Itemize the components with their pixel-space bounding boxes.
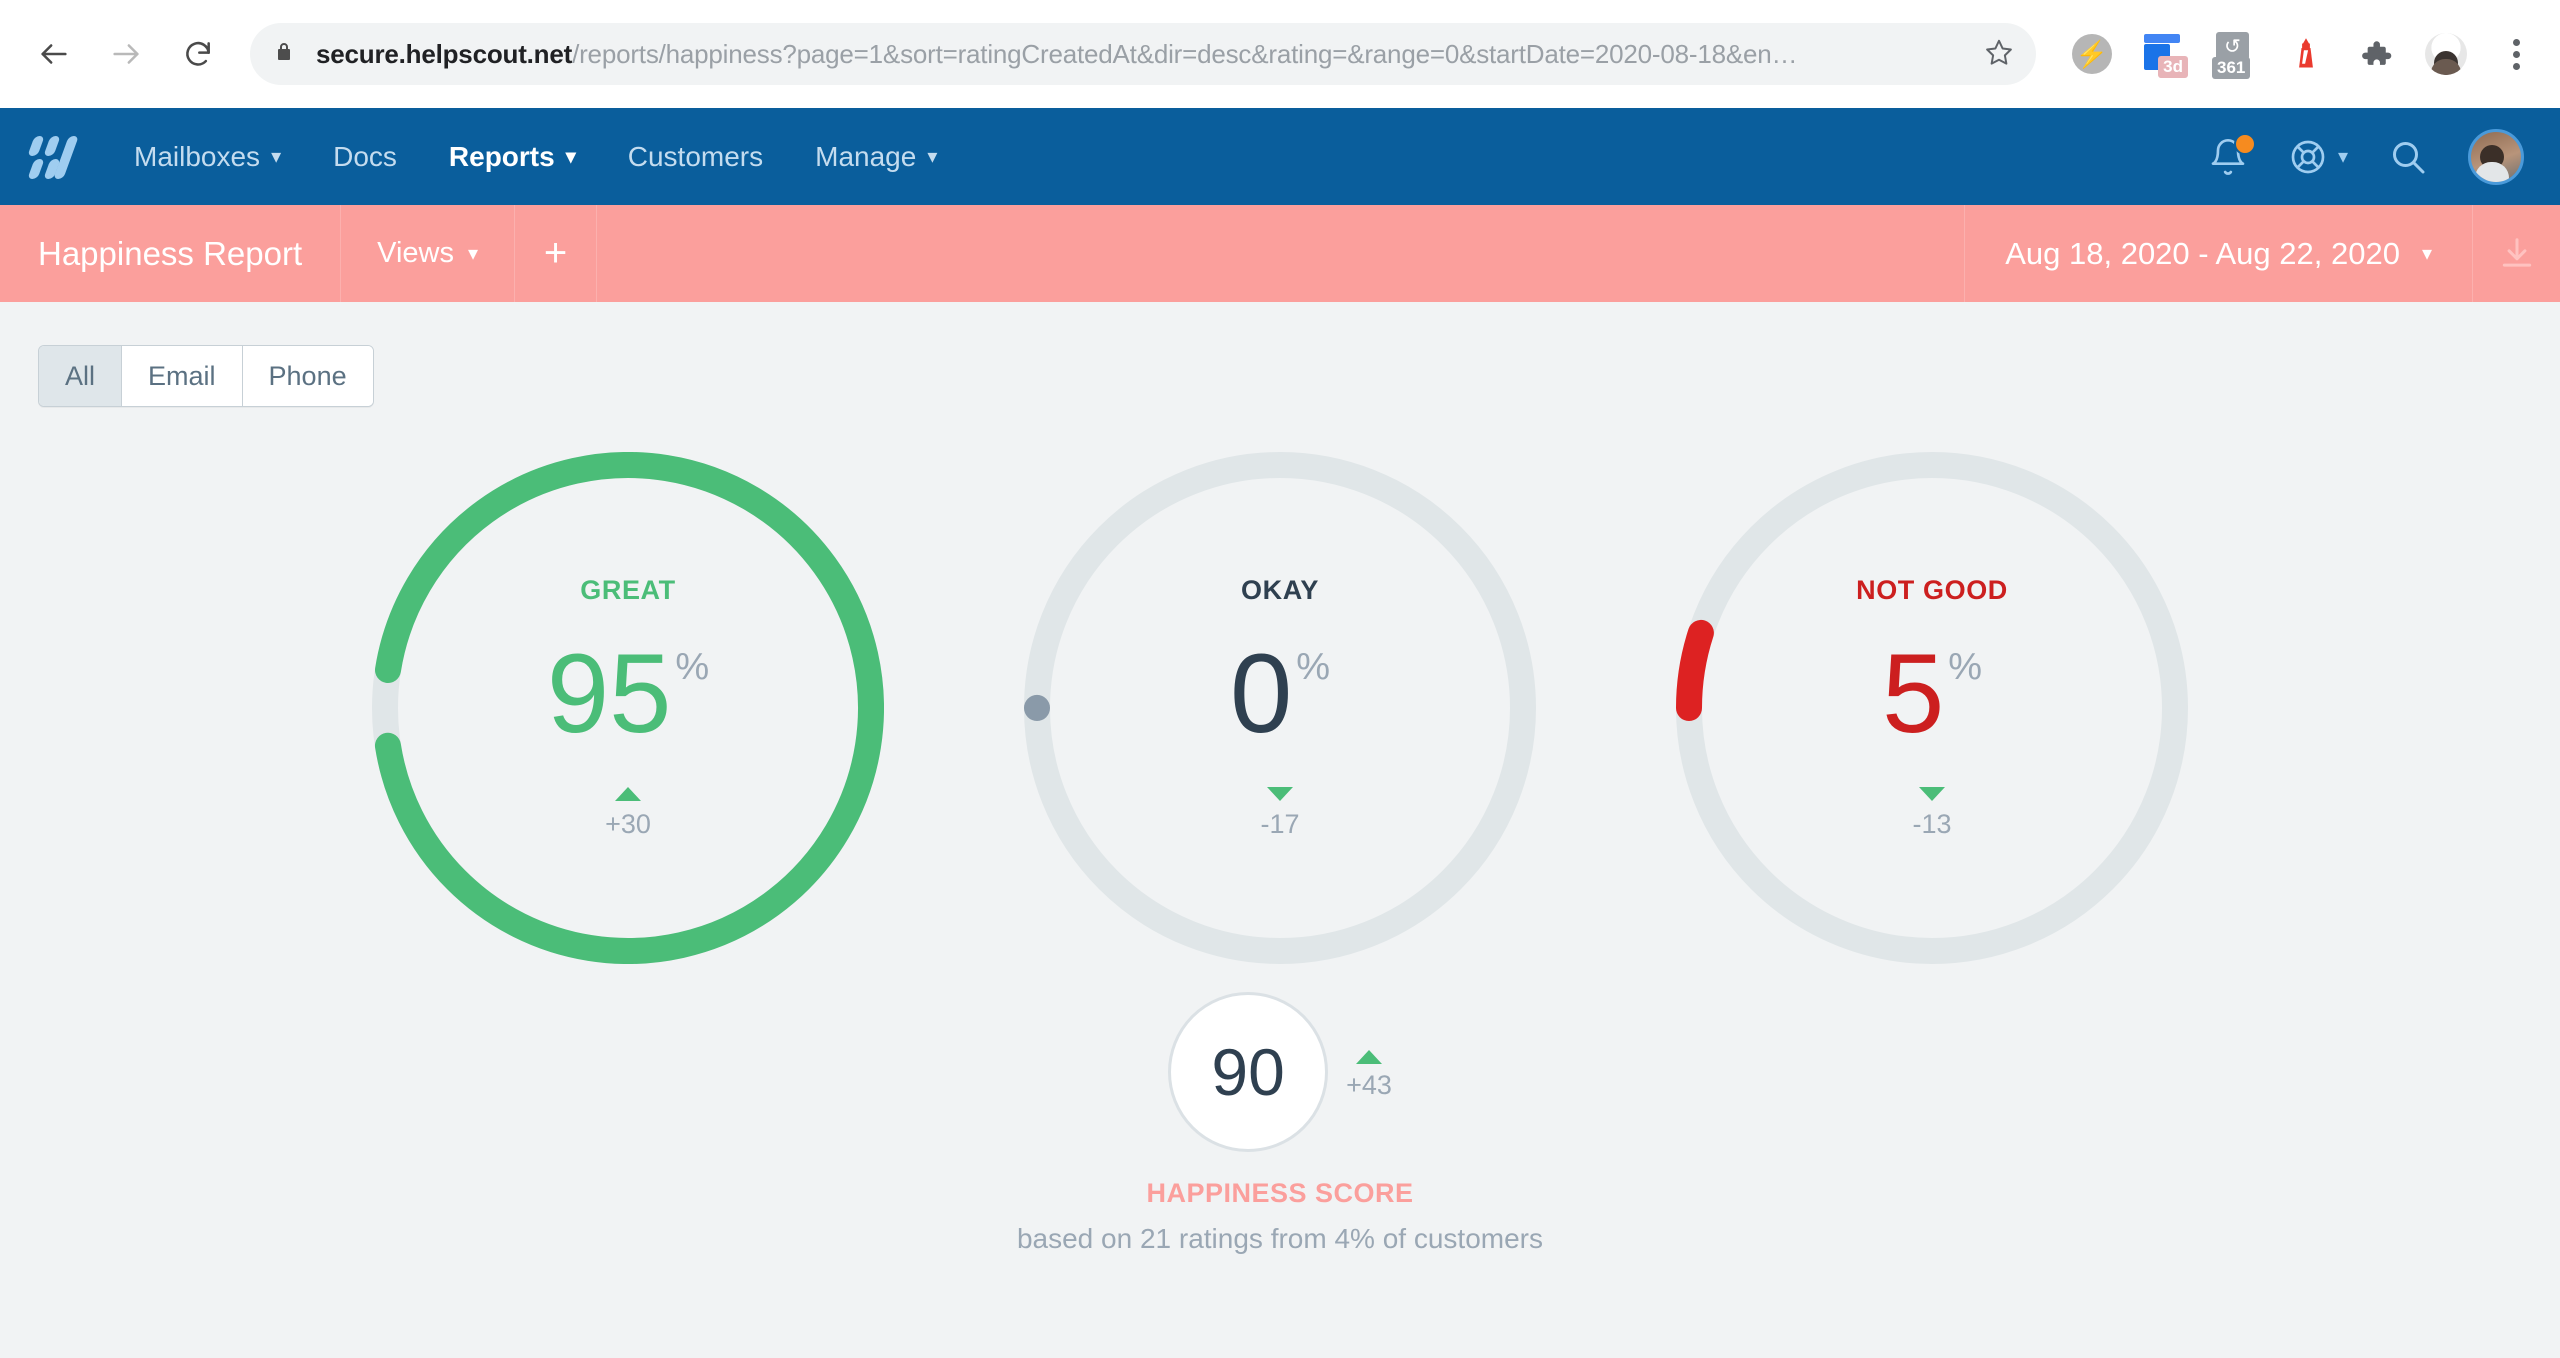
- helpscout-logo[interactable]: [27, 134, 79, 180]
- nav-right-actions: ▾: [2208, 128, 2524, 185]
- happiness-score-delta-text: +43: [1346, 1069, 1392, 1100]
- happiness-score-title: HAPPINESS SCORE: [1146, 1178, 1414, 1208]
- chrome-menu-icon[interactable]: [2494, 32, 2538, 76]
- date-range-label: Aug 18, 2020 - Aug 22, 2020: [2005, 235, 2400, 271]
- browser-extensions: ⚡ 3d ↺ 361: [2070, 32, 2538, 79]
- views-dropdown[interactable]: Views ▾: [341, 205, 516, 302]
- subheader-spacer: [597, 205, 1964, 302]
- notification-badge: [2233, 132, 2256, 155]
- nav-item-manage[interactable]: Manage ▾: [789, 131, 963, 183]
- nav-item-label: Customers: [627, 140, 764, 172]
- report-content: All Email Phone GREAT 95 % +30 OKAY 0 % …: [0, 302, 2560, 1358]
- filter-option-email[interactable]: Email: [122, 346, 243, 407]
- donut-not-good-gauge: [1676, 452, 2188, 964]
- nav-item-customers[interactable]: Customers: [602, 131, 789, 183]
- happiness-donut-row: GREAT 95 % +30 OKAY 0 % -17 NOT GOOD 5 %…: [0, 452, 2560, 964]
- happiness-score-value: 90: [1168, 992, 1329, 1152]
- trend-up-icon: [1356, 1049, 1382, 1064]
- nav-item-label: Mailboxes: [134, 140, 261, 172]
- nav-item-label: Docs: [333, 140, 397, 172]
- address-bar-url: secure.helpscout.net/reports/happiness?p…: [316, 39, 1797, 70]
- browser-toolbar: secure.helpscout.net/reports/happiness?p…: [0, 0, 2560, 108]
- search-icon[interactable]: [2388, 137, 2428, 177]
- happiness-score-subtitle: based on 21 ratings from 4% of customers: [1016, 1223, 1544, 1254]
- date-range-picker[interactable]: Aug 18, 2020 - Aug 22, 2020 ▾: [1964, 205, 2472, 302]
- nav-item-mailboxes[interactable]: Mailboxes ▾: [108, 131, 307, 183]
- nav-item-docs[interactable]: Docs: [307, 131, 423, 183]
- donut-okay-gauge: [1024, 452, 1536, 964]
- chevron-down-icon: ▾: [2421, 242, 2432, 265]
- chevron-down-icon: ▾: [927, 145, 938, 168]
- chevron-down-icon: ▾: [271, 145, 282, 168]
- history-extension-icon[interactable]: ↺ 361: [2212, 32, 2258, 79]
- happiness-score-block: 90 +43 HAPPINESS SCORE based on 21 ratin…: [0, 992, 2560, 1255]
- url-path: /reports/happiness?page=1&sort=ratingCre…: [572, 38, 1798, 69]
- lock-icon: [272, 40, 296, 69]
- page-title: Happiness Report: [0, 205, 342, 302]
- happiness-score-row: 90 +43: [1168, 992, 1392, 1152]
- report-subheader: Happiness Report Views ▾ + Aug 18, 2020 …: [0, 205, 2560, 302]
- 3d-extension-badge: 3d: [2158, 56, 2188, 78]
- browser-nav-buttons: [22, 22, 230, 86]
- nav-item-label: Manage: [815, 140, 917, 172]
- lifebuoy-icon[interactable]: ▾: [2288, 137, 2348, 177]
- helpscout-top-nav: Mailboxes ▾ Docs Reports ▾ Customers Man…: [0, 108, 2560, 205]
- nav-item-reports[interactable]: Reports ▾: [423, 131, 602, 183]
- add-view-button[interactable]: +: [515, 205, 598, 302]
- user-avatar[interactable]: [2468, 128, 2524, 185]
- chevron-down-icon: ▾: [2337, 145, 2348, 168]
- chevron-down-icon: ▾: [468, 242, 479, 265]
- url-domain: secure.helpscout.net: [316, 38, 573, 69]
- happiness-score-caption: HAPPINESS SCORE based on 21 ratings from…: [1017, 1178, 1543, 1255]
- donut-great-gauge: [372, 452, 884, 964]
- views-label: Views: [377, 237, 454, 269]
- donut-not-good: NOT GOOD 5 % -13: [1676, 452, 2188, 964]
- forward-arrow-icon[interactable]: [94, 22, 158, 86]
- back-arrow-icon[interactable]: [22, 22, 86, 86]
- donut-great: GREAT 95 % +30: [372, 452, 884, 964]
- filter-option-all[interactable]: All: [39, 346, 123, 407]
- star-icon[interactable]: [1968, 37, 2014, 72]
- reload-icon[interactable]: [166, 22, 230, 86]
- browser-profile-avatar[interactable]: [2424, 32, 2468, 76]
- donut-okay: OKAY 0 % -17: [1024, 452, 1536, 964]
- download-icon[interactable]: [2472, 205, 2560, 302]
- channel-filter-group: All Email Phone: [38, 345, 374, 408]
- 3d-extension-icon[interactable]: 3d: [2140, 32, 2188, 78]
- puzzle-extensions-icon[interactable]: [2354, 32, 2398, 76]
- history-extension-badge: 361: [2212, 57, 2251, 79]
- lighthouse-extension-icon[interactable]: [2284, 32, 2328, 76]
- happiness-score-delta: +43: [1346, 1044, 1392, 1101]
- bell-icon[interactable]: [2208, 132, 2256, 177]
- chevron-down-icon: ▾: [565, 145, 576, 168]
- filter-option-phone[interactable]: Phone: [242, 346, 373, 407]
- primary-nav-menu: Mailboxes ▾ Docs Reports ▾ Customers Man…: [108, 131, 963, 183]
- nav-item-label: Reports: [448, 140, 555, 172]
- lightning-extension-icon[interactable]: ⚡: [2070, 32, 2114, 76]
- address-bar[interactable]: secure.helpscout.net/reports/happiness?p…: [250, 23, 2036, 85]
